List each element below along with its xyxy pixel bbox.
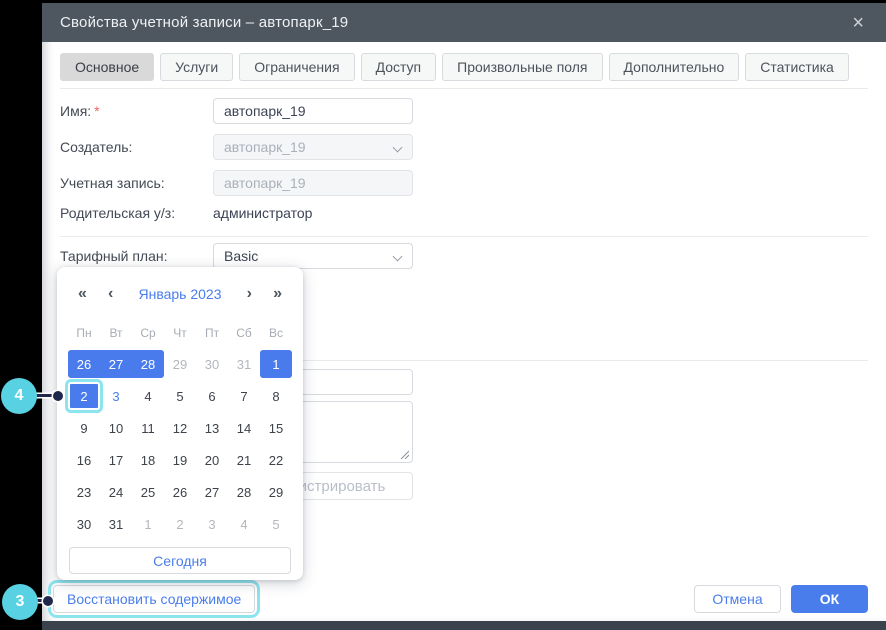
parent-account-value: администратор (213, 203, 312, 223)
day-cell[interactable]: 8 (260, 382, 292, 410)
annotation-marker-3: 3 (2, 584, 38, 620)
weekday-label: Пн (68, 323, 100, 343)
annotation-dot (43, 596, 53, 606)
day-cell[interactable]: 2 (68, 382, 100, 410)
prev-month-icon[interactable]: ‹ (108, 279, 113, 309)
tab-5[interactable]: Произвольные поля (442, 53, 602, 81)
day-cell[interactable]: 25 (132, 478, 164, 506)
calendar-month-label[interactable]: Январь 2023 (57, 279, 303, 309)
day-cell[interactable]: 4 (228, 510, 260, 538)
ok-button[interactable]: ОК (791, 585, 868, 613)
name-label-text: Имя: (60, 103, 91, 119)
day-cell[interactable]: 27 (196, 478, 228, 506)
chevron-down-icon (393, 252, 403, 262)
day-cell[interactable]: 22 (260, 446, 292, 474)
day-cell[interactable]: 15 (260, 414, 292, 442)
day-cell[interactable]: 30 (68, 510, 100, 538)
day-cell[interactable]: 17 (100, 446, 132, 474)
day-cell[interactable]: 3 (196, 510, 228, 538)
tab-2[interactable]: Услуги (160, 53, 233, 81)
day-cell[interactable]: 31 (228, 350, 260, 378)
day-cell[interactable]: 29 (260, 478, 292, 506)
weekday-label: Вс (260, 323, 292, 343)
day-cell[interactable]: 1 (132, 510, 164, 538)
creator-label: Создатель: (60, 134, 132, 160)
day-cell[interactable]: 10 (100, 414, 132, 442)
day-cell[interactable]: 16 (68, 446, 100, 474)
calendar-nav: Январь 2023 « ‹ › » (57, 279, 303, 309)
day-cell[interactable]: 29 (164, 350, 196, 378)
parent-account-label: Родительская у/з: (60, 203, 175, 223)
day-cell[interactable]: 9 (68, 414, 100, 442)
day-cell[interactable]: 12 (164, 414, 196, 442)
day-cell[interactable]: 20 (196, 446, 228, 474)
plan-label: Тарифный план: (60, 243, 168, 269)
tab-1[interactable]: Основное (60, 53, 154, 81)
chevron-down-icon (393, 143, 403, 153)
tab-3[interactable]: Ограничения (239, 53, 354, 81)
tab-6[interactable]: Дополнительно (609, 53, 740, 81)
day-cell[interactable]: 21 (228, 446, 260, 474)
name-label: Имя:* (60, 98, 100, 124)
day-cell[interactable]: 19 (164, 446, 196, 474)
day-cell[interactable]: 13 (196, 414, 228, 442)
today-button[interactable]: Сегодня (69, 547, 291, 574)
date-picker-popup: Январь 2023 « ‹ › » ПнВтСрЧтПтСбВс 26272… (57, 267, 303, 580)
day-cell[interactable]: 31 (100, 510, 132, 538)
next-year-icon[interactable]: » (273, 279, 282, 309)
plan-value: Basic (224, 248, 258, 264)
resize-handle-icon[interactable] (399, 449, 409, 459)
weekday-label: Вт (100, 323, 132, 343)
footer-actions: Отмена ОК (694, 585, 868, 613)
day-cell[interactable]: 28 (228, 478, 260, 506)
annotation-dot (53, 391, 63, 401)
tab-7[interactable]: Статистика (745, 53, 849, 81)
name-input[interactable]: автопарк_19 (213, 98, 413, 124)
tab-4[interactable]: Доступ (361, 53, 437, 81)
day-cell[interactable]: 4 (132, 382, 164, 410)
weekday-label: Чт (164, 323, 196, 343)
day-cell[interactable]: 5 (164, 382, 196, 410)
account-properties-dialog: Свойства учетной записи – автопарк_19 × … (42, 3, 886, 621)
prev-year-icon[interactable]: « (78, 279, 87, 309)
day-cell[interactable]: 26 (68, 350, 100, 378)
day-cell[interactable]: 24 (100, 478, 132, 506)
calendar-day-grid: 2627282930311234567891011121314151617181… (68, 348, 303, 540)
day-cell[interactable]: 11 (132, 414, 164, 442)
plan-select[interactable]: Basic (213, 243, 413, 269)
day-cell[interactable]: 6 (196, 382, 228, 410)
dialog-titlebar: Свойства учетной записи – автопарк_19 × (42, 3, 886, 42)
day-cell[interactable]: 30 (196, 350, 228, 378)
day-cell[interactable]: 18 (132, 446, 164, 474)
day-cell[interactable]: 1 (260, 350, 292, 378)
day-cell[interactable]: 23 (68, 478, 100, 506)
restore-content-button[interactable]: Восстановить содержимое (53, 585, 255, 613)
account-input: автопарк_19 (213, 170, 413, 196)
divider (60, 88, 868, 89)
day-cell[interactable]: 14 (228, 414, 260, 442)
day-cell[interactable]: 28 (132, 350, 164, 378)
annotation-marker-4: 4 (1, 378, 37, 414)
required-asterisk: * (94, 103, 99, 119)
account-label: Учетная запись: (60, 170, 165, 196)
creator-select: автопарк_19 (213, 134, 413, 160)
day-cell[interactable]: 5 (260, 510, 292, 538)
day-cell[interactable]: 2 (164, 510, 196, 538)
creator-value: автопарк_19 (224, 139, 306, 155)
divider (60, 236, 868, 237)
tab-bar: ОсновноеУслугиОграниченияДоступПроизволь… (60, 53, 849, 81)
weekday-label: Сб (228, 323, 260, 343)
weekday-label: Ср (132, 323, 164, 343)
day-cell[interactable]: 26 (164, 478, 196, 506)
weekday-label: Пт (196, 323, 228, 343)
dialog-title: Свойства учетной записи – автопарк_19 (60, 14, 348, 31)
day-cell[interactable]: 27 (100, 350, 132, 378)
bottom-strip (42, 621, 886, 630)
day-cell[interactable]: 3 (100, 382, 132, 410)
day-cell[interactable]: 7 (228, 382, 260, 410)
next-month-icon[interactable]: › (247, 279, 252, 309)
cancel-button[interactable]: Отмена (694, 585, 781, 613)
close-icon[interactable]: × (852, 13, 864, 33)
weekday-header-row: ПнВтСрЧтПтСбВс (68, 323, 303, 343)
